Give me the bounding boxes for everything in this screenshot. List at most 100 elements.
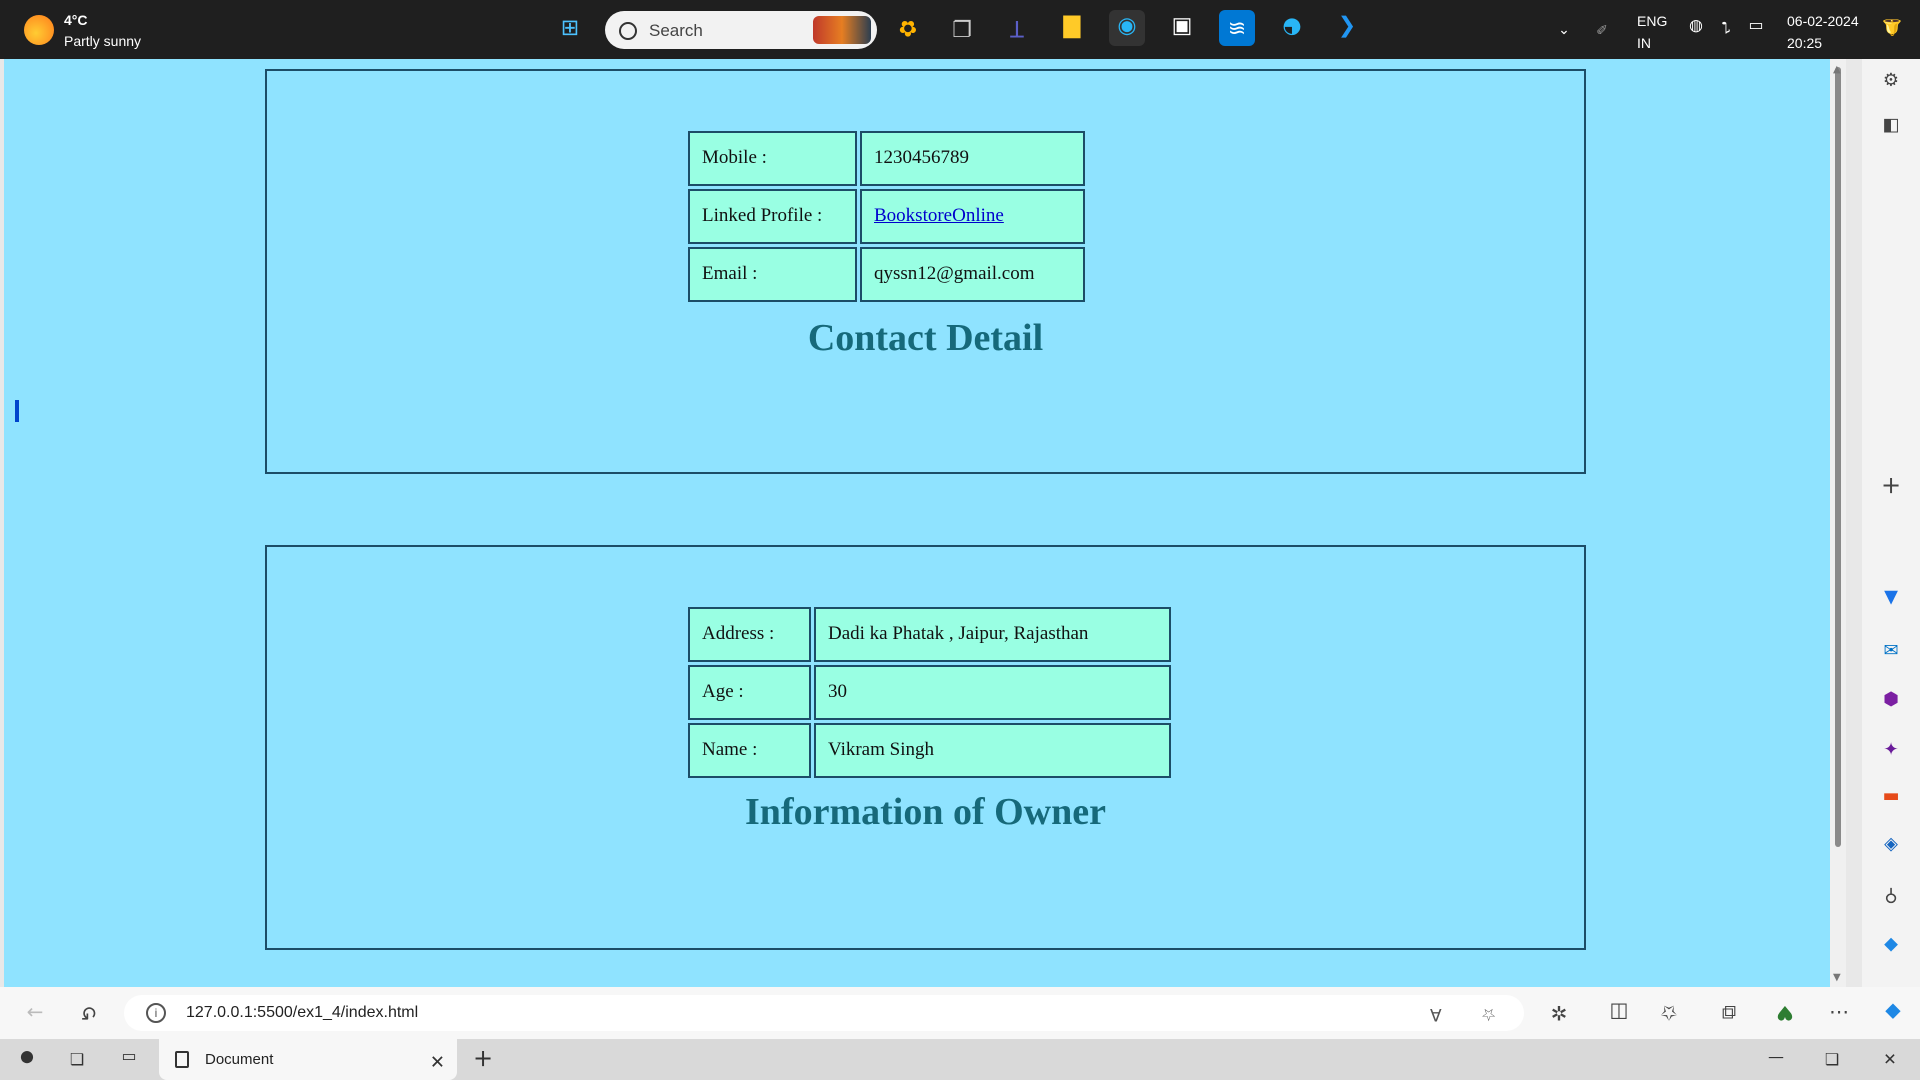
lang-line1[interactable]: IN	[1637, 35, 1651, 51]
refresh-icon: ↻	[80, 1001, 98, 1025]
notification-bell-icon[interactable]: 🔔	[1874, 10, 1910, 46]
app-icon[interactable]: ≋	[1219, 10, 1255, 46]
settings-more-button[interactable]: ⋯	[1824, 998, 1854, 1028]
linked-profile-link[interactable]: BookstoreOnline	[874, 206, 1004, 227]
mobile-value: 1230456789	[874, 147, 969, 169]
value-cell: 30	[814, 665, 1171, 720]
microsoft-store-icon[interactable]: ▣	[1164, 10, 1200, 46]
favorites-icon: ✩	[1660, 1001, 1678, 1025]
back-arrow-icon: ←	[26, 1001, 44, 1025]
site-info-icon[interactable]: i	[146, 1003, 166, 1023]
minimize-icon: —	[1768, 1049, 1784, 1069]
back-button[interactable]: ←	[20, 998, 50, 1028]
copilot-button[interactable]: ◆	[1878, 998, 1908, 1028]
clock-time[interactable]: 20:25	[1787, 35, 1822, 51]
weather-temp[interactable]: 4°C	[64, 12, 88, 28]
browser-essentials-button[interactable]: ♥	[1770, 998, 1800, 1028]
file-explorer-icon[interactable]: ▇	[1054, 10, 1090, 46]
vertical-scrollbar[interactable]: ▲ ▼	[1830, 0, 1846, 987]
drop-icon[interactable]: ✦	[1879, 736, 1903, 760]
table-row: Linked Profile : BookstoreOnline	[688, 189, 1085, 244]
label-cell: Address :	[688, 607, 811, 662]
collections-button[interactable]: ⧉	[1714, 998, 1744, 1028]
task-view-icon[interactable]: ❏	[944, 10, 980, 46]
name-value: Vikram Singh	[828, 739, 934, 761]
lang-line2[interactable]: ENG	[1637, 13, 1667, 29]
weather-desc[interactable]: Partly sunny	[64, 33, 141, 49]
edge-browser-icon[interactable]: ◉	[1109, 10, 1145, 46]
owner-section: Information of Owner Name : Vikram Singh…	[265, 545, 1586, 950]
show-hidden-icons-chevron-icon[interactable]: ⌃	[1546, 10, 1582, 46]
scroll-down-arrow-icon[interactable]: ▲	[1833, 972, 1841, 983]
copilot-sidebar-icon[interactable]: ◆	[1879, 934, 1903, 958]
value-cell: 1230456789	[860, 131, 1085, 186]
maps-icon[interactable]: ▲	[1879, 587, 1903, 611]
profile-icon: ●	[20, 1049, 34, 1069]
clock-date[interactable]: 06-02-2024	[1787, 13, 1859, 29]
copilot-taskbar-icon[interactable]: ✿	[890, 10, 926, 46]
profile-button[interactable]: ●	[12, 1044, 42, 1074]
close-window-button[interactable]: ✕	[1870, 1046, 1910, 1072]
battery-icon[interactable]: ▭	[1738, 10, 1774, 46]
linked-profile-label: Linked Profile :	[702, 205, 823, 227]
pen-icon[interactable]: ✎	[1584, 10, 1620, 46]
address-bar[interactable]: i 127.0.0.1:5500/ex1_4/index.html A ☆	[124, 995, 1524, 1031]
screen: ● ❐ ▭ Document ✕ + — ❐ ✕ ← ↻ i 127.0.0.1…	[0, 0, 1920, 1080]
table-row: Email : qyssn12@gmail.com	[688, 247, 1085, 302]
value-cell: BookstoreOnline	[860, 189, 1085, 244]
label-cell: Age :	[688, 665, 811, 720]
heart-pulse-icon: ♥	[1776, 1001, 1794, 1025]
refresh-button[interactable]: ↻	[74, 998, 104, 1028]
workspaces-button[interactable]: ❐	[62, 1044, 92, 1074]
vscode-icon[interactable]: ❯	[1329, 10, 1365, 46]
shopping-icon[interactable]: ◈	[1879, 834, 1903, 858]
contact-section: Contact Detail Email : qyssn12@gmail.com…	[265, 69, 1586, 474]
page-viewport: Information of Owner Name : Vikram Singh…	[4, 0, 1846, 987]
tab-document[interactable]: Document ✕	[159, 1039, 457, 1080]
favorites-button[interactable]: ✩	[1654, 998, 1684, 1028]
add-sidebar-app-icon[interactable]: +	[1879, 472, 1903, 500]
owner-title: Information of Owner	[745, 791, 1106, 833]
extensions-button[interactable]: ✲	[1544, 998, 1574, 1028]
favorite-star-icon[interactable]: ☆	[1481, 1004, 1496, 1024]
contact-title: Contact Detail	[807, 317, 1044, 359]
tools-icon[interactable]: ⚲	[1879, 884, 1903, 908]
plus-icon: +	[472, 1045, 494, 1073]
close-tab-icon[interactable]: ✕	[430, 1050, 445, 1071]
sidebar-toggle-icon[interactable]: ◧	[1879, 115, 1903, 139]
chat-app-icon[interactable]: ◕	[1274, 10, 1310, 46]
m365-icon[interactable]: ⬢	[1879, 687, 1903, 711]
table-row: Age : 30	[688, 665, 1171, 720]
page-icon	[175, 1051, 189, 1068]
email-label: Email :	[702, 263, 758, 285]
taskbar-search[interactable]: Search	[605, 11, 877, 49]
label-cell: Email :	[688, 247, 857, 302]
label-cell: Mobile :	[688, 131, 857, 186]
sidebar-settings-gear-icon[interactable]: ⚙	[1879, 67, 1903, 91]
start-windows-icon[interactable]: ⊞	[552, 10, 588, 46]
label-cell: Name :	[688, 723, 811, 778]
new-tab-button[interactable]: +	[468, 1044, 498, 1074]
scroll-up-arrow-icon[interactable]: ▼	[1833, 64, 1841, 75]
read-aloud-icon[interactable]: A	[1430, 1004, 1442, 1024]
owner-table: Name : Vikram Singh Age : 30 Address : D…	[685, 604, 1174, 781]
teams-icon[interactable]: T	[999, 10, 1035, 46]
minimize-button[interactable]: —	[1756, 1046, 1796, 1072]
age-value: 30	[828, 681, 847, 703]
scroll-thumb[interactable]	[1835, 67, 1841, 847]
vertical-tabs-button[interactable]: ▭	[114, 1044, 144, 1074]
name-label: Name :	[702, 739, 758, 761]
vertical-tabs-icon: ▭	[121, 1049, 137, 1069]
tab-strip: ● ❐ ▭ Document ✕ + — ❐ ✕	[0, 1039, 1920, 1080]
text-caret	[15, 400, 19, 422]
age-label: Age :	[702, 681, 744, 703]
split-screen-button[interactable]: ◫	[1604, 998, 1634, 1028]
url-text: 127.0.0.1:5500/ex1_4/index.html	[186, 1004, 419, 1021]
table-row: Mobile : 1230456789	[688, 131, 1085, 186]
games-icon[interactable]: ▬	[1879, 786, 1903, 810]
restore-button[interactable]: ❐	[1812, 1046, 1852, 1072]
outlook-icon[interactable]: ✉	[1879, 637, 1903, 661]
split-screen-icon: ◫	[1609, 1001, 1629, 1025]
workspaces-icon: ❐	[69, 1049, 85, 1069]
copilot-icon: ◆	[1885, 1001, 1901, 1025]
